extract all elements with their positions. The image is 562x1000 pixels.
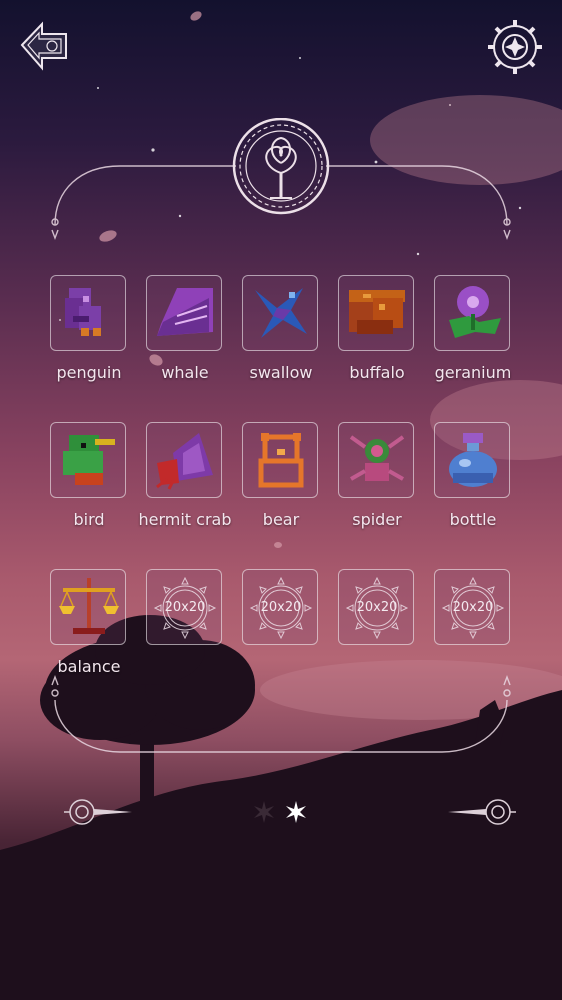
puzzle-label: geranium [434, 363, 512, 382]
page-indicator-active[interactable] [284, 800, 308, 824]
puzzle-thumbnail [146, 422, 222, 498]
puzzle-size-text: 20x20 [260, 600, 302, 615]
puzzle-thumbnail-locked: 20x20 [434, 569, 510, 645]
back-arrow-icon [20, 21, 67, 71]
puzzle-tile-bird[interactable]: bird [50, 422, 128, 529]
swallow-icon [255, 288, 307, 338]
ornate-left-arrow-icon [64, 799, 132, 825]
tree-medallion-icon [232, 118, 330, 215]
puzzle-thumbnail [242, 422, 318, 498]
puzzle-size-text: 20x20 [164, 600, 206, 615]
puzzle-tile-buffalo[interactable]: buffalo [338, 275, 416, 382]
star-burst-icon [254, 801, 274, 823]
puzzle-tile-locked[interactable]: 20x20 [146, 569, 224, 645]
buffalo-icon [349, 290, 405, 334]
page-indicator-inactive[interactable] [252, 800, 276, 824]
puzzle-thumbnail-locked: 20x20 [338, 569, 414, 645]
puzzle-thumbnail-locked: 20x20 [146, 569, 222, 645]
puzzle-thumbnail [434, 275, 510, 351]
puzzle-tile-locked[interactable]: 20x20 [434, 569, 512, 645]
puzzle-tile-spider[interactable]: spider [338, 422, 416, 529]
hermit-crab-icon [156, 433, 213, 490]
puzzle-tile-swallow[interactable]: swallow [242, 275, 320, 382]
puzzle-thumbnail [50, 569, 126, 645]
puzzle-tile-penguin[interactable]: penguin [50, 275, 128, 382]
puzzle-thumbnail-locked: 20x20 [242, 569, 318, 645]
bottle-icon [449, 433, 497, 487]
puzzle-thumbnail [50, 275, 126, 351]
puzzle-tile-geranium[interactable]: geranium [434, 275, 512, 382]
star-burst-icon [286, 801, 306, 823]
puzzle-label: bottle [449, 510, 497, 529]
balance-icon [59, 578, 119, 634]
puzzle-thumbnail [338, 275, 414, 351]
geranium-icon [449, 286, 501, 338]
bear-icon [258, 433, 304, 488]
bird-icon [63, 435, 115, 485]
whale-icon [157, 288, 213, 336]
previous-page-button[interactable] [62, 790, 132, 834]
spider-icon [349, 435, 405, 481]
back-button[interactable] [16, 18, 74, 76]
puzzle-size-text: 20x20 [356, 600, 398, 615]
gear-icon [488, 20, 542, 74]
puzzle-thumbnail [434, 422, 510, 498]
settings-button[interactable] [486, 18, 544, 76]
penguin-icon [65, 288, 101, 336]
puzzle-tile-bear[interactable]: bear [242, 422, 320, 529]
puzzle-thumbnail [50, 422, 126, 498]
puzzle-tile-bottle[interactable]: bottle [434, 422, 512, 529]
puzzle-tile-locked[interactable]: 20x20 [338, 569, 416, 645]
puzzle-thumbnail [242, 275, 318, 351]
puzzle-tile-locked[interactable]: 20x20 [242, 569, 320, 645]
puzzle-grid: penguin whale swallow buffalo geranium b… [50, 275, 512, 716]
puzzle-label: balance [57, 657, 121, 676]
puzzle-row: penguin whale swallow buffalo geranium [50, 275, 512, 422]
next-page-button[interactable] [448, 790, 518, 834]
puzzle-tile-whale[interactable]: whale [146, 275, 224, 382]
ornate-right-arrow-icon [448, 799, 516, 825]
puzzle-thumbnail [146, 275, 222, 351]
puzzle-tile-hermit-crab[interactable]: hermit crab [138, 422, 232, 529]
puzzle-tile-balance[interactable]: balance [50, 569, 128, 676]
puzzle-thumbnail [338, 422, 414, 498]
puzzle-row: balance 20x20 20x20 20x20 20x20 [50, 569, 512, 716]
puzzle-size-text: 20x20 [452, 600, 494, 615]
puzzle-row: bird hermit crab bear spider bottle [50, 422, 512, 569]
